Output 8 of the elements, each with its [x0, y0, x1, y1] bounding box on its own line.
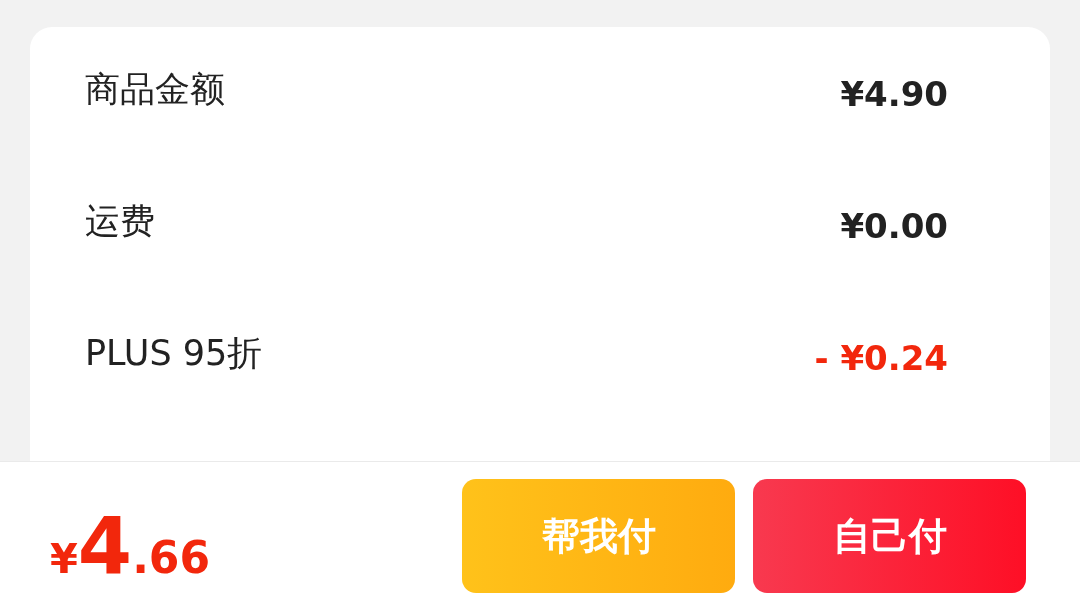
total-price: ¥4.66 [50, 501, 212, 591]
row-amount: ¥0.00 [840, 206, 948, 246]
row-amount: ¥4.90 [840, 74, 948, 114]
pay-button[interactable]: 自己付 [753, 479, 1026, 593]
row-label: 商品金额 [85, 67, 225, 111]
row-label: 运费 [85, 199, 155, 243]
row-amount: - ¥0.24 [814, 338, 948, 378]
row-label: PLUS 95折 [85, 331, 263, 375]
